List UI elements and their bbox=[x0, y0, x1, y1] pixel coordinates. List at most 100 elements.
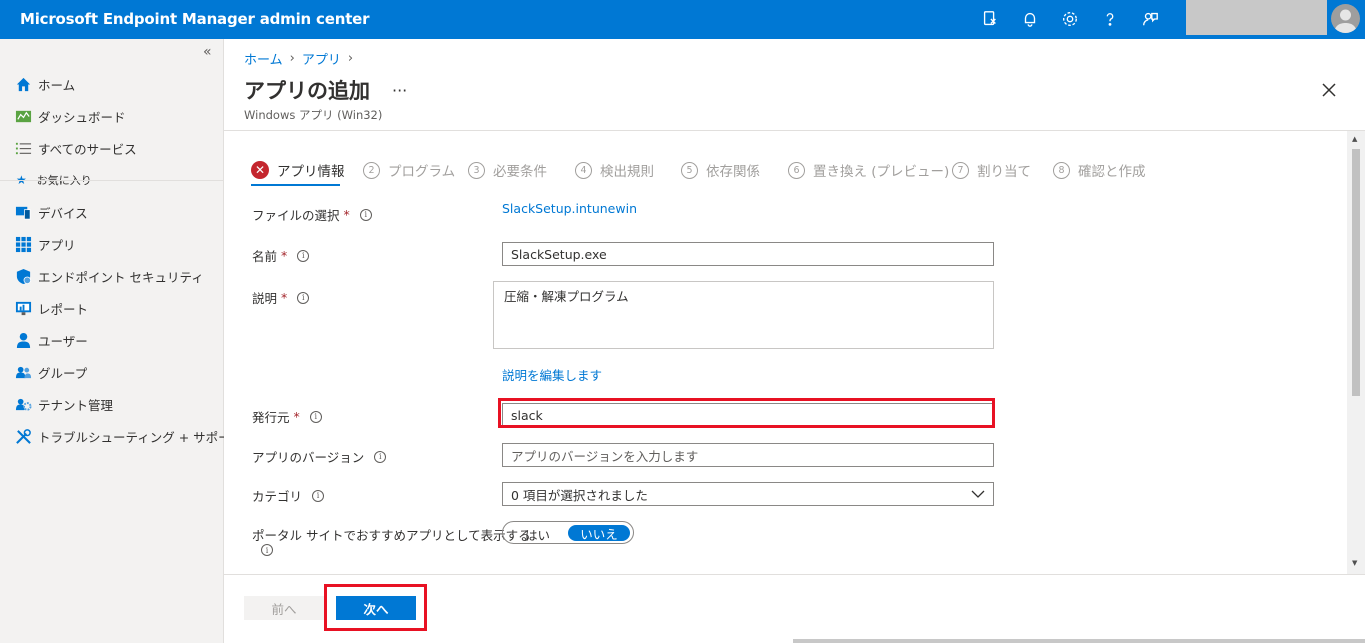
sidebar-item-label: デバイス bbox=[38, 205, 88, 221]
horizontal-scrollbar[interactable] bbox=[793, 639, 1365, 643]
sidebar-item-label: テナント管理 bbox=[38, 397, 114, 413]
gear-icon[interactable] bbox=[1059, 8, 1081, 30]
app-version-label: アプリのバージョン i bbox=[252, 447, 387, 466]
breadcrumb-home[interactable]: ホーム bbox=[244, 49, 283, 68]
sidebar-item-label: すべてのサービス bbox=[38, 141, 137, 157]
user-icon bbox=[14, 331, 32, 349]
step-label: 割り当て bbox=[977, 164, 1031, 180]
edit-description-link[interactable]: 説明を編集します bbox=[502, 365, 602, 384]
list-icon bbox=[14, 139, 32, 157]
description-label: 説明 * i bbox=[252, 288, 310, 307]
help-icon[interactable] bbox=[1099, 8, 1121, 30]
featured-app-label: ポータル サイトでおすすめアプリとして表示する bbox=[252, 528, 531, 543]
step-label: 置き換え (プレビュー) bbox=[813, 164, 950, 180]
highlight-publisher bbox=[498, 398, 995, 428]
step-label: 確認と作成 bbox=[1078, 164, 1146, 180]
breadcrumb-separator: › bbox=[289, 51, 295, 66]
sidebar-item-all-services[interactable]: すべてのサービス bbox=[14, 137, 137, 159]
breadcrumb-apps[interactable]: アプリ bbox=[302, 49, 341, 68]
toggle-option-no-selected[interactable]: いいえ bbox=[568, 525, 630, 542]
app-title[interactable]: Microsoft Endpoint Manager admin center bbox=[20, 10, 370, 28]
sidebar-item-apps[interactable]: アプリ bbox=[14, 233, 76, 255]
step-app-info[interactable]: ✕ アプリ情報 bbox=[251, 160, 345, 180]
favorites-divider bbox=[0, 180, 223, 181]
tools-icon bbox=[14, 427, 32, 445]
scrollbar-thumb[interactable] bbox=[1352, 149, 1360, 396]
step-assignments[interactable]: 7 割り当て bbox=[952, 160, 1031, 180]
category-label: カテゴリ i bbox=[252, 486, 325, 505]
sidebar-item-label: グループ bbox=[38, 365, 88, 381]
step-label: 検出規則 bbox=[600, 164, 654, 180]
active-step-indicator bbox=[251, 184, 340, 186]
scroll-down-icon[interactable]: ▼ bbox=[1352, 559, 1357, 567]
sidebar-item-tenant-admin[interactable]: テナント管理 bbox=[14, 393, 113, 415]
collapse-sidebar-button[interactable]: « bbox=[203, 44, 212, 60]
name-input[interactable]: SlackSetup.exe bbox=[502, 242, 994, 266]
category-dropdown[interactable]: 0 項目が選択されました bbox=[502, 482, 994, 506]
sidebar-item-label: レポート bbox=[38, 301, 89, 317]
description-textarea[interactable]: 圧縮・解凍プログラム bbox=[493, 281, 994, 349]
step-label: 必要条件 bbox=[493, 164, 547, 180]
info-icon[interactable]: i bbox=[312, 489, 325, 502]
info-icon[interactable]: i bbox=[297, 249, 310, 262]
previous-button[interactable]: 前へ bbox=[244, 596, 324, 620]
group-icon bbox=[14, 363, 32, 381]
sidebar-item-label: エンドポイント セキュリティ bbox=[38, 269, 204, 285]
publisher-label: 発行元 * i bbox=[252, 407, 322, 426]
bell-icon[interactable] bbox=[1019, 8, 1041, 30]
more-options-button[interactable]: ··· bbox=[392, 81, 407, 100]
close-icon[interactable] bbox=[1320, 81, 1338, 99]
top-bar: Microsoft Endpoint Manager admin center bbox=[0, 0, 1365, 39]
sidebar-item-users[interactable]: ユーザー bbox=[14, 329, 88, 351]
info-icon[interactable]: i bbox=[261, 544, 273, 556]
sidebar-item-troubleshooting[interactable]: トラブルシューティング + サポート bbox=[14, 425, 243, 447]
apps-icon bbox=[14, 235, 32, 253]
sidebar-item-groups[interactable]: グループ bbox=[14, 361, 87, 383]
step-label: プログラム bbox=[388, 164, 456, 180]
step-detection-rules[interactable]: 4 検出規則 bbox=[575, 160, 654, 180]
sidebar-item-endpoint-security[interactable]: エンドポイント セキュリティ bbox=[14, 265, 204, 287]
page-subtitle: Windows アプリ (Win32) bbox=[244, 108, 383, 122]
sidebar-item-label: ユーザー bbox=[38, 333, 88, 349]
error-icon: ✕ bbox=[251, 161, 269, 179]
step-label: アプリ情報 bbox=[277, 164, 345, 180]
shield-icon bbox=[14, 267, 32, 285]
step-dependencies[interactable]: 5 依存関係 bbox=[681, 160, 760, 180]
info-icon[interactable]: i bbox=[359, 208, 372, 221]
tenant-icon bbox=[14, 395, 32, 413]
sidebar-item-dashboard[interactable]: ダッシュボード bbox=[14, 105, 126, 127]
sidebar-item-devices[interactable]: デバイス bbox=[14, 201, 88, 223]
avatar[interactable] bbox=[1331, 4, 1360, 33]
step-program[interactable]: 2 プログラム bbox=[363, 160, 455, 180]
breadcrumb-separator: › bbox=[347, 51, 354, 66]
sidebar-item-label: トラブルシューティング + サポート bbox=[38, 429, 244, 445]
name-label: 名前 * i bbox=[252, 246, 310, 265]
step-review-create[interactable]: 8 確認と作成 bbox=[1053, 160, 1146, 180]
main-panel: ホーム › アプリ › アプリの追加 ··· Windows アプリ (Win3… bbox=[224, 39, 1365, 643]
featured-app-toggle[interactable]: はい いいえ bbox=[502, 521, 634, 544]
home-icon bbox=[14, 75, 32, 93]
info-icon[interactable]: i bbox=[309, 410, 322, 423]
step-requirements[interactable]: 3 必要条件 bbox=[468, 160, 547, 180]
devices-icon bbox=[14, 203, 32, 221]
highlight-next-button bbox=[324, 584, 427, 631]
file-select-label: ファイルの選択 * i bbox=[252, 205, 372, 224]
page-title: アプリの追加 bbox=[244, 79, 370, 103]
chevron-down-icon bbox=[971, 490, 985, 498]
step-supersedence[interactable]: 6 置き換え (プレビュー) bbox=[788, 160, 949, 180]
info-icon[interactable]: i bbox=[374, 450, 387, 463]
sidebar: « ホーム ダッシュボード すべてのサービス ★ お気に入り デバイス アプリ … bbox=[0, 39, 243, 643]
sidebar-item-home[interactable]: ホーム bbox=[14, 73, 75, 95]
feedback-icon[interactable] bbox=[1139, 8, 1161, 30]
report-icon bbox=[14, 299, 32, 317]
file-select-link[interactable]: SlackSetup.intunewin bbox=[502, 201, 637, 216]
sidebar-item-label: アプリ bbox=[38, 237, 76, 253]
app-version-input[interactable]: アプリのバージョンを入力します bbox=[502, 443, 994, 467]
sidebar-item-label: ホーム bbox=[38, 77, 76, 93]
scroll-up-icon[interactable]: ▲ bbox=[1352, 135, 1357, 143]
sidebar-item-reports[interactable]: レポート bbox=[14, 297, 88, 319]
account-box[interactable] bbox=[1186, 0, 1327, 35]
toggle-option-yes[interactable]: はい bbox=[525, 525, 550, 544]
info-icon[interactable]: i bbox=[297, 291, 310, 304]
device-icon[interactable] bbox=[979, 8, 1001, 30]
